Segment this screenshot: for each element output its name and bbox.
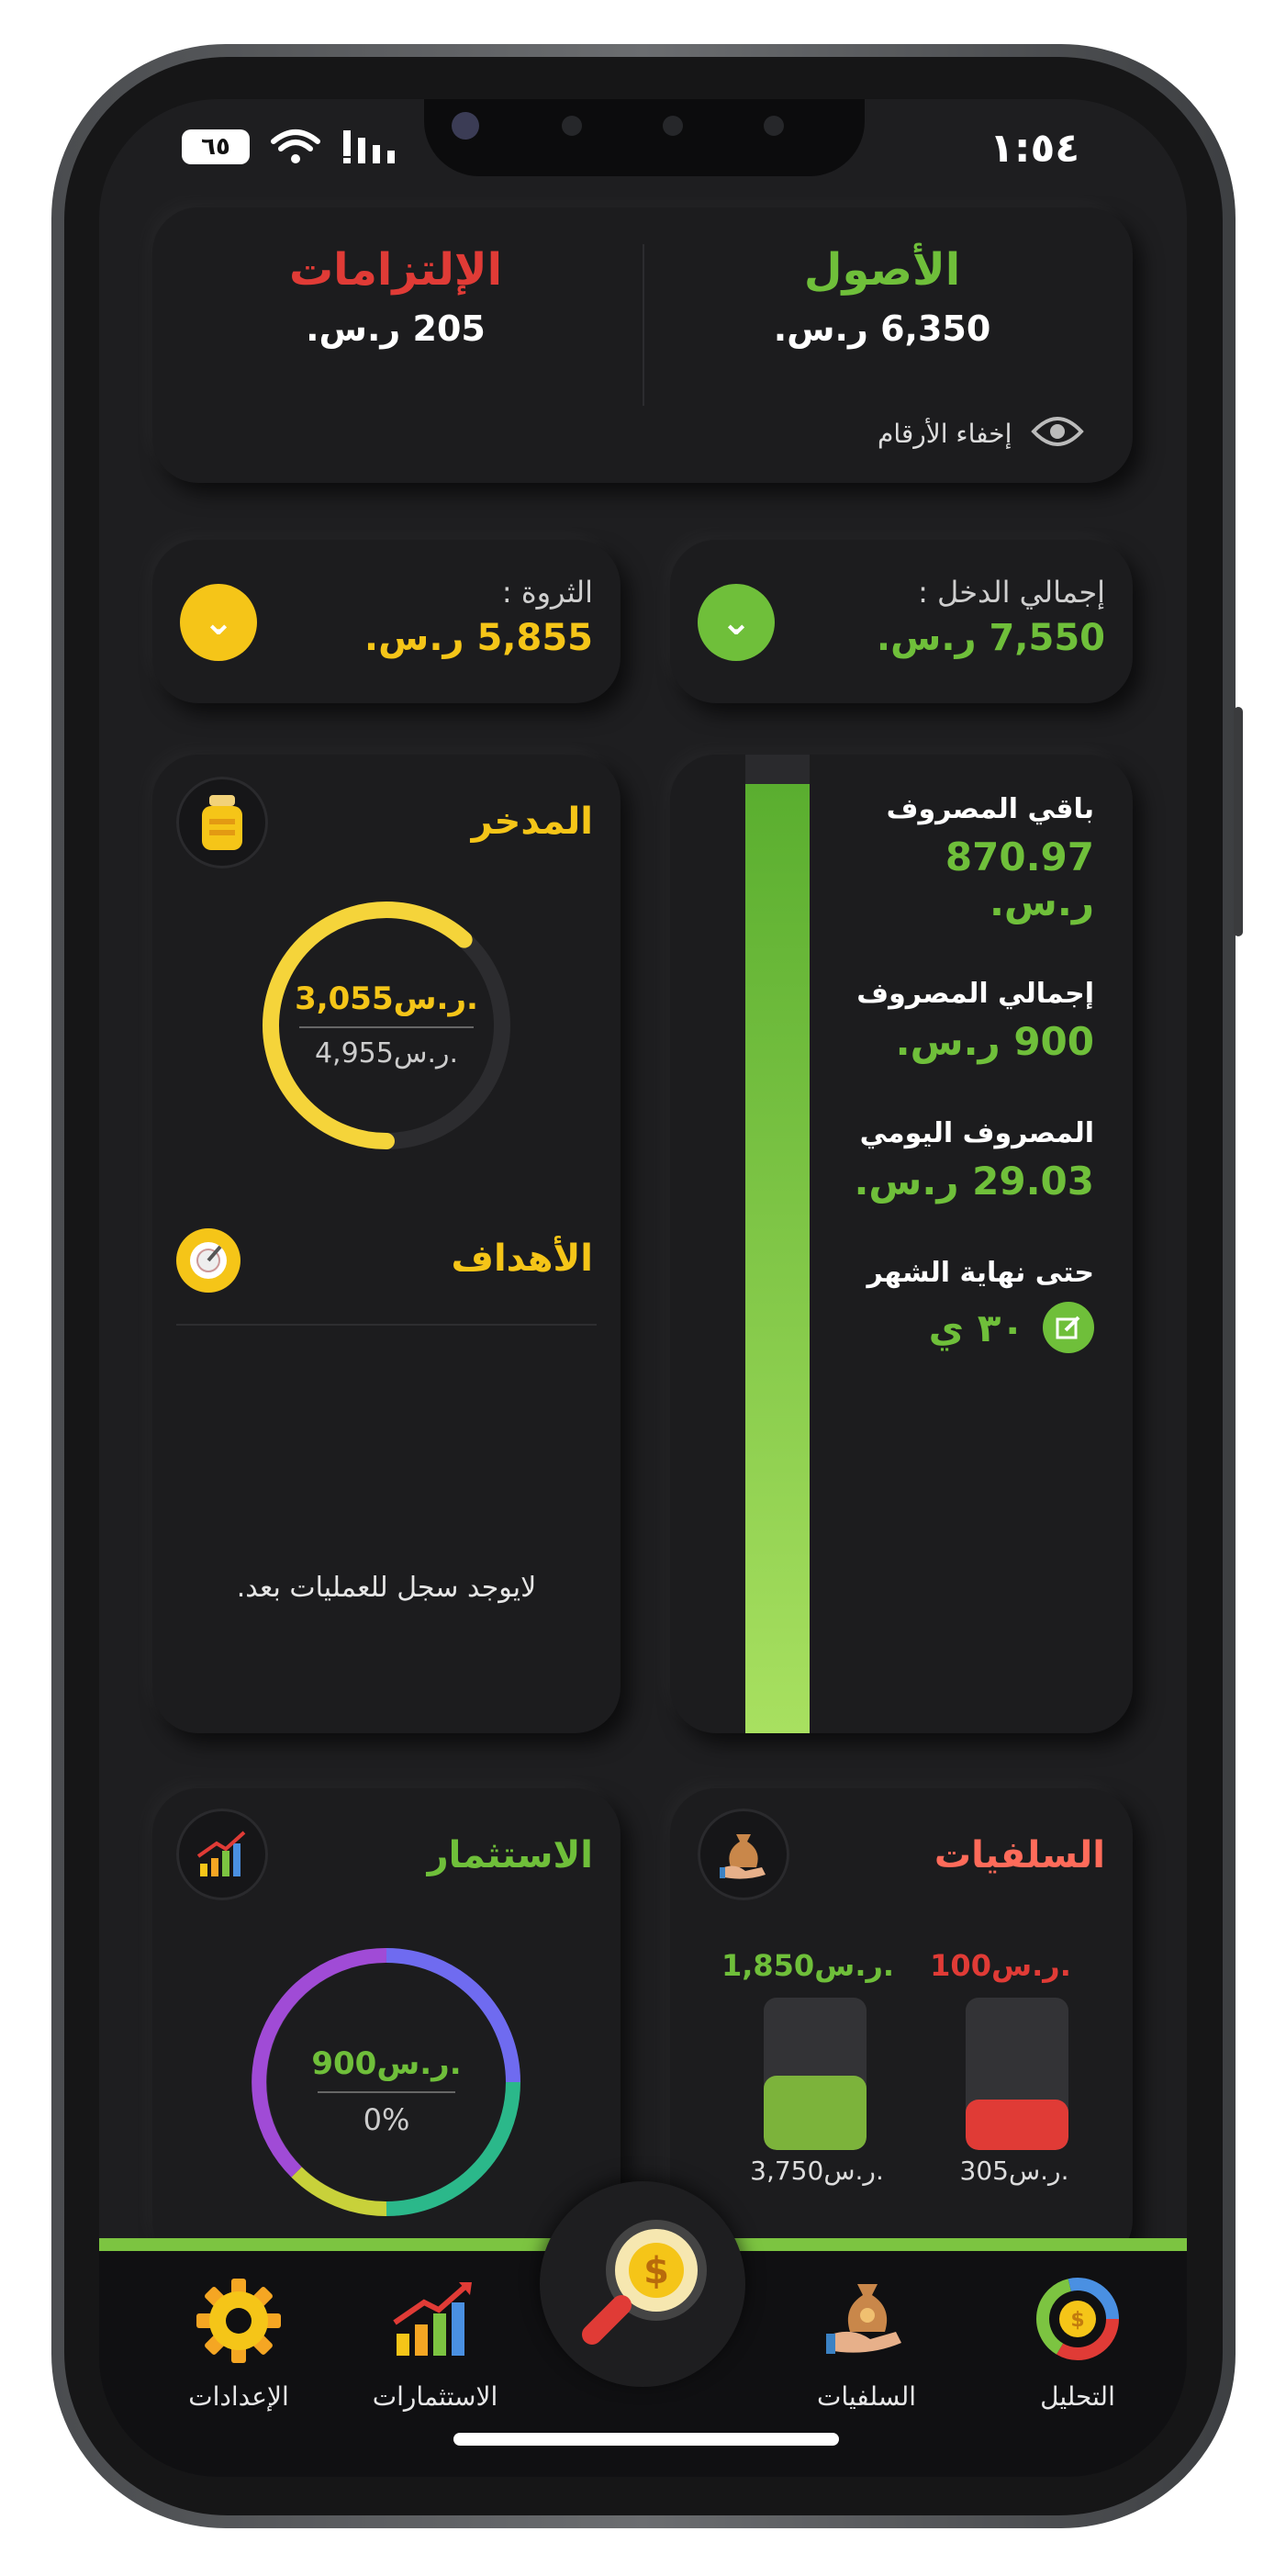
camera-icon — [452, 112, 479, 140]
spending-bar-track — [745, 755, 810, 1733]
status-time: ١:٥٤ — [990, 125, 1080, 172]
loan-red-bar-track — [966, 1998, 1068, 2150]
sensor-dot — [562, 116, 582, 136]
investment-arc-segment — [291, 2167, 387, 2217]
svg-text:$: $ — [1070, 2309, 1084, 2332]
loan-green-column: 1,850ر.س. — [716, 1948, 900, 1983]
goals-title: الأهداف — [451, 1238, 593, 1280]
investment-title: الاستثمار — [427, 1834, 593, 1876]
edit-icon[interactable] — [1043, 1302, 1094, 1353]
nav-item-settings[interactable]: الإعدادات — [156, 2275, 321, 2412]
savings-card: المدخر 3,055ر.س. 4,955ر.س. الأهداف لايوج… — [152, 755, 621, 1733]
investment-percent: 0% — [363, 2102, 410, 2137]
hide-numbers-toggle[interactable]: إخفاء الأرقام — [878, 411, 1085, 455]
loan-red-bar-fill — [966, 2100, 1068, 2150]
month-end-label: حتى نهاية الشهر — [867, 1257, 1094, 1289]
loan-red-column: 100ر.س. — [927, 1948, 1074, 1983]
remaining-value: 870.97 ر.س. — [945, 834, 1094, 924]
wealth-value: 5,855 ر.س. — [363, 617, 593, 659]
savings-saved: 3,055ر.س. — [295, 980, 478, 1017]
target-icon[interactable] — [176, 1228, 240, 1293]
divider — [299, 1026, 474, 1028]
svg-text:$: $ — [643, 2250, 669, 2292]
jar-icon[interactable] — [176, 777, 268, 868]
loan-green-bar-fill — [764, 2075, 867, 2150]
goals-empty-text: لايوجد سجل للعمليات بعد. — [236, 1572, 537, 1604]
nav-label-loans: السلفيات — [816, 2381, 917, 2412]
eye-icon — [1030, 411, 1085, 455]
loans-card: السلفيات 100ر.س. 305ر.س. 1,850ر.س. 3,750… — [670, 1788, 1133, 2266]
total-spending-value: 900 ر.س. — [895, 1019, 1094, 1064]
investment-card: الاستثمار 900ر.س. 0% — [152, 1788, 621, 2266]
analysis-icon: $ — [995, 2275, 1160, 2376]
home-indicator — [453, 2433, 839, 2446]
side-button — [1234, 707, 1243, 936]
gear-icon — [156, 2275, 321, 2376]
status-icons: ٦٥ — [182, 127, 402, 167]
chevron-down-icon[interactable]: ⌄ — [180, 584, 257, 661]
investment-chart-icon — [352, 2275, 518, 2376]
daily-spending-label: المصروف اليومي — [859, 1117, 1094, 1149]
magnifier-dollar-icon: $ — [582, 2220, 707, 2345]
spending-bar-fill — [745, 783, 810, 1733]
investment-value: 900ر.س. — [311, 2045, 462, 2082]
wealth-label: الثروة : — [501, 575, 593, 610]
loans-title: السلفيات — [934, 1834, 1105, 1876]
income-label: إجمالي الدخل : — [918, 575, 1105, 610]
sensor-dot — [663, 116, 683, 136]
divider — [643, 244, 644, 406]
loan-red-bottom-value: 305ر.س. — [959, 2156, 1069, 2186]
nav-label-settings: الإعدادات — [188, 2381, 289, 2412]
loan-green-bar-track — [764, 1998, 867, 2150]
nav-item-investments[interactable]: الاستثمارات — [352, 2275, 518, 2412]
month-end-value: ٣٠ ي — [928, 1305, 1024, 1350]
divider — [318, 2091, 455, 2093]
liabilities-value: 205 ر.س. — [306, 308, 486, 349]
savings-title: المدخر — [471, 801, 593, 843]
signal-icon — [341, 127, 402, 167]
spending-card: باقي المصروف 870.97 ر.س. إجمالي المصروف … — [670, 755, 1133, 1733]
income-value: 7,550 ر.س. — [876, 617, 1105, 659]
liabilities-label: الإلتزامات — [288, 244, 503, 296]
nav-label-investments: الاستثمارات — [372, 2381, 498, 2412]
assets-label: الأصول — [803, 244, 961, 296]
app-screen: ٦٥ ١:٥٤ الأصول 6,350 ر.س. الإلتزامات 205… — [99, 99, 1187, 2477]
loan-green-top-value: 1,850ر.س. — [721, 1948, 895, 1983]
hide-numbers-label: إخفاء الأرقام — [878, 418, 1012, 449]
wifi-icon — [270, 129, 321, 165]
total-spending-label: إجمالي المصروف — [856, 978, 1094, 1010]
summary-card: الأصول 6,350 ر.س. الإلتزامات 205 ر.س. إخ… — [152, 207, 1133, 483]
assets-value: 6,350 ر.س. — [773, 308, 991, 349]
money-bag-hand-icon — [784, 2275, 949, 2376]
loan-green-bottom-value: 3,750ر.س. — [750, 2156, 884, 2186]
divider — [176, 1324, 597, 1326]
chevron-down-icon[interactable]: ⌄ — [698, 584, 775, 661]
notch — [424, 99, 865, 176]
search-money-button[interactable]: $ — [540, 2181, 745, 2387]
nav-item-analysis[interactable]: $ التحليل — [995, 2275, 1160, 2412]
battery-icon: ٦٥ — [182, 129, 250, 164]
sensor-dot — [764, 116, 784, 136]
money-bag-hand-icon[interactable] — [698, 1809, 789, 1900]
remaining-label: باقي المصروف — [886, 793, 1094, 825]
investment-chart-icon[interactable] — [176, 1809, 268, 1900]
savings-target: 4,955ر.س. — [314, 1037, 459, 1070]
wealth-card[interactable]: ⌄ الثروة : 5,855 ر.س. — [152, 540, 621, 703]
income-card[interactable]: ⌄ إجمالي الدخل : 7,550 ر.س. — [670, 540, 1133, 703]
nav-item-loans[interactable]: السلفيات — [784, 2275, 949, 2412]
daily-spending-value: 29.03 ر.س. — [854, 1159, 1094, 1204]
loan-red-top-value: 100ر.س. — [930, 1948, 1071, 1983]
nav-label-analysis: التحليل — [1040, 2381, 1115, 2412]
